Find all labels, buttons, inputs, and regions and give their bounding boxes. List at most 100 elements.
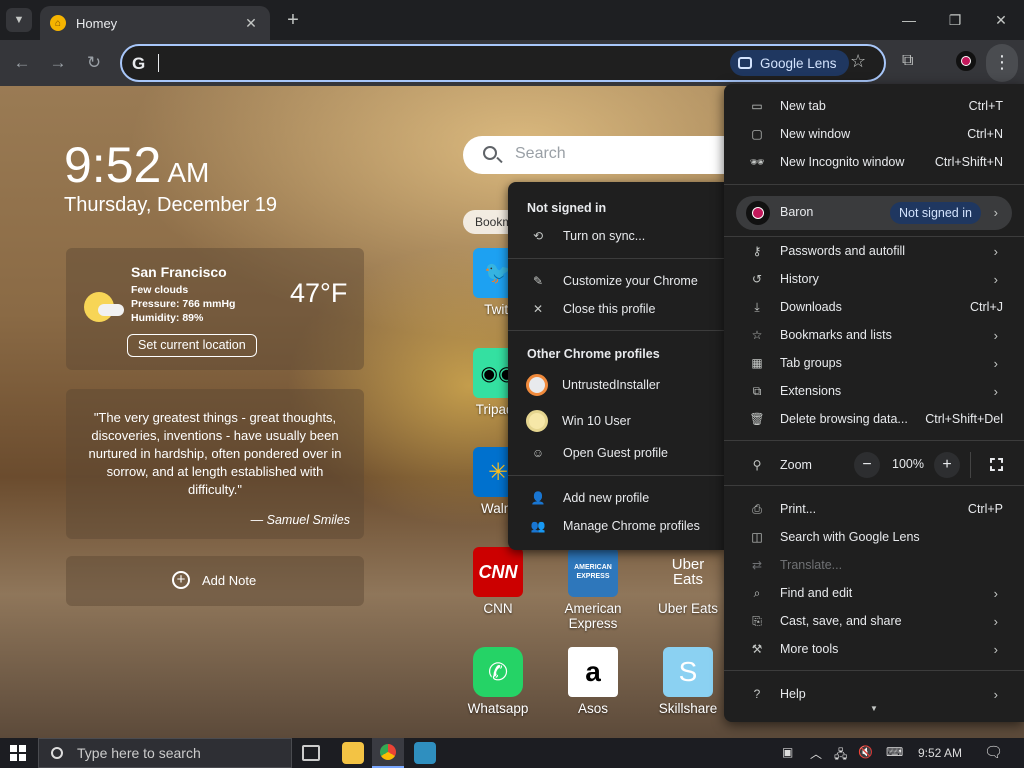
weather-widget: San Francisco Few clouds Pressure: 766 m… xyxy=(66,248,364,370)
tray-app-icon[interactable]: ▣ xyxy=(782,745,793,759)
minimize-button[interactable]: — xyxy=(894,8,924,32)
menu-zoom: ⚲ Zoom xyxy=(724,451,844,479)
task-view-icon[interactable] xyxy=(302,745,320,761)
close-profile-item[interactable]: ✕ Close this profile xyxy=(508,295,724,323)
tile-label: Uber Eats xyxy=(657,601,719,616)
tab-search-button[interactable]: ▼ xyxy=(6,8,32,32)
add-note-button[interactable]: + Add Note xyxy=(66,556,364,606)
profile-name: Baron xyxy=(780,205,814,219)
tile-uber-eats[interactable]: Uber Eats Uber Eats xyxy=(648,547,728,616)
forward-button[interactable]: → xyxy=(46,51,70,75)
star-icon: ☆ xyxy=(751,328,763,342)
notifications-icon[interactable]: 🗨 xyxy=(984,743,1003,761)
taskbar-clock[interactable]: 9:52 AM xyxy=(918,746,962,760)
open-guest-profile-item[interactable]: ☺ Open Guest profile xyxy=(508,439,724,467)
tile-label: Whatsapp xyxy=(467,701,529,716)
weather-city: San Francisco xyxy=(131,264,227,280)
file-explorer-icon[interactable] xyxy=(342,742,364,764)
menu-print[interactable]: ⎙ Print... Ctrl+P xyxy=(724,495,1024,523)
kebab-menu-icon: ⋮ xyxy=(993,52,1011,72)
taskbar-search[interactable]: Type here to search xyxy=(38,738,292,768)
menu-tab-groups[interactable]: ▦ Tab groups › xyxy=(724,349,1024,377)
close-window-button[interactable]: ✕ xyxy=(986,8,1016,32)
menu-new-window[interactable]: ▢ New window Ctrl+N xyxy=(724,120,1024,148)
back-button[interactable]: ← xyxy=(10,51,34,75)
google-lens-button[interactable]: Google Lens xyxy=(730,50,849,76)
tile-asos[interactable]: a Asos xyxy=(553,647,633,716)
omnibox[interactable]: G Google Lens ☆ xyxy=(120,44,886,82)
date-label: Thursday, December 19 xyxy=(64,194,278,216)
manage-people-icon: 👥 xyxy=(530,519,546,533)
tile-label: CNN xyxy=(483,601,513,616)
save-page-icon: ⎘ xyxy=(752,613,762,628)
app-icon[interactable] xyxy=(414,742,436,764)
network-icon[interactable]: 🖧 xyxy=(834,745,847,766)
translate-icon: ⇄ xyxy=(751,558,763,572)
zoom-in-button[interactable]: + xyxy=(934,452,960,478)
menu-passwords[interactable]: ⚷ Passwords and autofill › xyxy=(724,237,1024,265)
toolbar: ← → ↻ G Google Lens ☆ ⧉ ⋮ xyxy=(0,40,1024,86)
address-input[interactable] xyxy=(162,52,722,74)
tile-american-express[interactable]: AMERICAN EXPRESS American Express xyxy=(553,547,633,631)
tile-label: American Express xyxy=(564,601,622,631)
menu-more-tools[interactable]: ⚒ More tools › xyxy=(724,635,1024,663)
menu-new-tab[interactable]: ▭ New tab Ctrl+T xyxy=(724,92,1024,120)
menu-find-edit[interactable]: ⌕ Find and edit › xyxy=(724,579,1024,607)
menu-history[interactable]: ↺ History › xyxy=(724,265,1024,293)
tile-cnn[interactable]: CNN CNN xyxy=(458,547,538,616)
google-lens-label: Google Lens xyxy=(760,55,837,71)
clock-ampm: AM xyxy=(167,157,210,188)
profile-item-win10user[interactable]: Win 10 User xyxy=(508,407,724,435)
restore-button[interactable]: ❐ xyxy=(940,8,970,32)
chrome-icon xyxy=(380,744,396,760)
menu-delete-browsing-data[interactable]: 🗑 Delete browsing data... Ctrl+Shift+Del xyxy=(724,405,1024,433)
volume-muted-icon[interactable]: 🔇 xyxy=(858,745,873,759)
zoom-out-button[interactable]: − xyxy=(854,452,880,478)
menu-cast-save-share[interactable]: ⎘ Cast, save, and share › xyxy=(724,607,1024,635)
tab-homey[interactable]: ⌂ Homey ✕ xyxy=(40,6,270,40)
profile-avatar[interactable] xyxy=(956,51,976,71)
reload-button[interactable]: ↻ xyxy=(82,51,106,75)
menu-label: Find and edit xyxy=(780,586,853,600)
new-tab-button[interactable]: + xyxy=(282,9,304,31)
manage-profiles-item[interactable]: 👥 Manage Chrome profiles xyxy=(508,512,724,540)
quote-text: "The very greatest things - great though… xyxy=(88,410,342,497)
turn-on-sync-item[interactable]: ⟲ Turn on sync... xyxy=(508,222,724,250)
customize-chrome-item[interactable]: ✎ Customize your Chrome xyxy=(508,267,724,295)
tile-skillshare[interactable]: S Skillshare xyxy=(648,647,728,716)
weather-temperature: 47°F xyxy=(290,278,348,308)
menu-label: More tools xyxy=(780,642,839,656)
scroll-down-icon[interactable]: ▼ xyxy=(870,704,878,713)
add-new-profile-item[interactable]: 👤 Add new profile xyxy=(508,484,724,512)
set-location-button[interactable]: Set current location xyxy=(127,334,257,357)
bookmark-star-icon[interactable]: ☆ xyxy=(850,51,866,72)
profile-item-untrustedinstaller[interactable]: UntrustedInstaller xyxy=(508,371,724,399)
menu-new-incognito[interactable]: 🕶 New Incognito window Ctrl+Shift+N xyxy=(724,148,1024,176)
menu-label: Search with Google Lens xyxy=(780,530,920,544)
chrome-menu-button[interactable]: ⋮ xyxy=(986,44,1018,82)
menu-extensions[interactable]: ⧉ Extensions › xyxy=(724,377,1024,405)
chrome-main-menu: ▭ New tab Ctrl+T ▢ New window Ctrl+N 🕶 N… xyxy=(724,84,1024,722)
show-hidden-icons-chevron-icon[interactable]: ︿ xyxy=(810,745,822,762)
menu-search-google-lens[interactable]: ◫ Search with Google Lens xyxy=(724,523,1024,551)
keyboard-icon[interactable]: ⌨ xyxy=(886,745,903,759)
tab-close-icon[interactable]: ✕ xyxy=(242,15,260,32)
profile-submenu: Not signed in ⟲ Turn on sync... ✎ Custom… xyxy=(508,182,724,550)
page-search-box[interactable] xyxy=(463,136,725,174)
chrome-taskbar-button[interactable] xyxy=(372,738,404,768)
menu-downloads[interactable]: ⤓ Downloads Ctrl+J xyxy=(724,293,1024,321)
chevron-right-icon: › xyxy=(993,383,998,399)
chevron-right-icon: › xyxy=(993,271,998,287)
windows-start-icon[interactable] xyxy=(10,745,26,761)
divider xyxy=(508,258,724,259)
tile-whatsapp[interactable]: ✆ Whatsapp xyxy=(458,647,538,716)
menu-profile-baron[interactable]: Baron Not signed in › xyxy=(736,196,1012,230)
fullscreen-icon[interactable] xyxy=(990,458,1003,471)
chevron-right-icon: › xyxy=(993,327,998,343)
avatar-icon xyxy=(526,410,548,432)
amex-icon: AMERICAN EXPRESS xyxy=(568,547,618,597)
menu-bookmarks[interactable]: ☆ Bookmarks and lists › xyxy=(724,321,1024,349)
extensions-puzzle-icon[interactable]: ⧉ xyxy=(902,52,913,70)
page-search-input[interactable] xyxy=(515,145,695,163)
chevron-down-icon: ▼ xyxy=(13,14,25,26)
